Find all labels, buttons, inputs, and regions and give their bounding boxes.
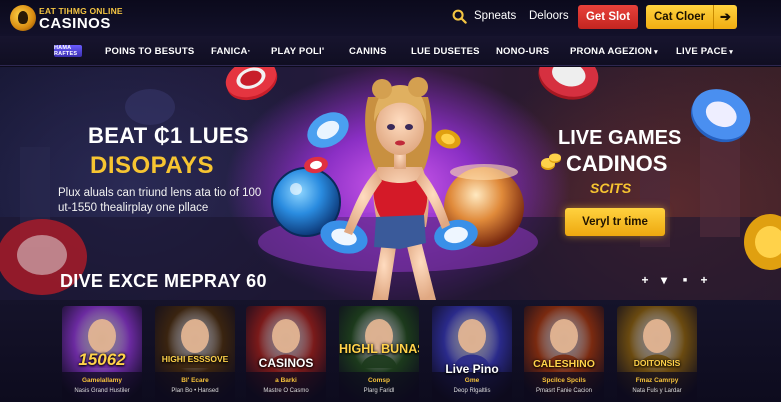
nav-item-prona-agezion[interactable]: PRONA AGEZION ▾ (570, 46, 658, 57)
add-icon[interactable]: + (639, 273, 651, 287)
logo-emblem-icon (10, 5, 36, 31)
nav-item-fanica[interactable]: FANICA· (211, 46, 251, 57)
game-tile-subtitle: Spcilce Spcils (542, 377, 586, 384)
game-tile-subtitle: Gamelallamy (81, 377, 123, 384)
game-tile[interactable]: DOITONSIS Fmaz Camrpy Nata Fuls y Lardar (617, 306, 697, 402)
game-tile-title: HIGHI ESSSOVE (161, 354, 229, 364)
game-tile-title: DOITONSIS (633, 358, 681, 368)
header-link-1[interactable]: Spneats (474, 10, 516, 22)
hero-cta-button[interactable]: Veryl tr time (565, 208, 665, 236)
game-tile-provider: Plarg Faridl (363, 388, 395, 394)
poker-chip-red-icon (225, 67, 278, 101)
game-tile-title: 15062 (78, 350, 126, 369)
cat-cloer-button-label: Cat Cloer (654, 11, 706, 23)
search-icon[interactable] (452, 9, 467, 24)
game-tile-subtitle: Bl' Ecare (181, 377, 209, 384)
coins-icon (541, 153, 561, 170)
game-tile-title: HIGHL BUNAS (339, 342, 419, 356)
nav-badge[interactable]: HAMA RAFTES (54, 45, 82, 57)
game-tile-provider: Nasis Grand Hustiler (74, 388, 130, 394)
nav-item-play-poli[interactable]: PLAY POLI' (271, 46, 324, 57)
hero-right-subheading: CADINOS (566, 151, 668, 176)
top-header: EAT TIHMG ONLINE CASINOS Spneats Deloors… (0, 0, 781, 36)
nav-item-live-pace[interactable]: LIVE PACE ▾ (676, 46, 733, 57)
header-link-2[interactable]: Deloors (529, 10, 569, 22)
game-tile-provider: Pmasrt Fanie Cacion (535, 388, 593, 394)
chevron-down-icon: ▾ (729, 49, 733, 56)
expand-icon[interactable]: + (698, 273, 710, 287)
hero-artwork (0, 67, 781, 300)
game-tile[interactable]: 15062 Gamelallamy Nasis Grand Hustiler (62, 306, 142, 402)
chevron-down-icon: ▾ (654, 49, 658, 56)
nav-item-nono-urs[interactable]: NONO-URS (496, 46, 549, 57)
nav-item-canins[interactable]: CANINS (349, 46, 387, 57)
game-tile-provider: Deop Rlgaltlis (453, 388, 491, 394)
hero-left-description: Plux aluals can triund lens ata tio of 1… (58, 187, 262, 214)
game-tile-title: CALESHINO (533, 358, 595, 370)
hero-left-heading: BEAT ₵1 LUES (88, 123, 249, 148)
filter-icon[interactable]: ▾ (658, 273, 670, 287)
game-tile[interactable]: HIGHL BUNAS Comsp Plarg Faridl (339, 306, 419, 402)
site-logo[interactable]: EAT TIHMG ONLINE CASINOS (10, 3, 150, 33)
nav-item-poins[interactable]: POINS TO BESUTS (105, 46, 194, 57)
arrow-right-icon: ➔ (713, 5, 737, 29)
game-tile-provider: Plan Bo • Hansed (171, 388, 219, 394)
game-tile-subtitle: a Barki (275, 377, 297, 384)
game-tile-provider: Nata Fuls y Lardar (632, 388, 682, 394)
main-nav: HAMA RAFTES POINS TO BESUTS FANICA· PLAY… (0, 36, 781, 66)
hero-banner: BEAT ₵1 LUES DISOPAYS Plux aluals can tr… (0, 67, 781, 300)
game-tile-provider: Mastre O Casmo (263, 388, 309, 394)
game-tile[interactable]: CALESHINO Spcilce Spcils Pmasrt Fanie Caci… (524, 306, 604, 402)
get-slot-button[interactable]: Get Slot (578, 5, 638, 29)
grid-icon[interactable]: ■ (679, 274, 691, 286)
hero-right-heading: LIVE GAMES (558, 127, 682, 149)
games-section-title: DIVE EXCE MEPRAY 60 (60, 271, 267, 291)
cat-cloer-button[interactable]: Cat Cloer ➔ (646, 5, 737, 29)
nav-item-lue-dusetes[interactable]: LUE DUSETES (411, 46, 480, 57)
game-tile-title: Live Pino (445, 362, 499, 376)
game-tile-subtitle: Gme (464, 377, 480, 384)
game-tile[interactable]: CASINOS a Barki Mastre O Casmo (246, 306, 326, 402)
hero-left-highlight: DISOPAYS (90, 152, 215, 179)
game-tile-title: CASINOS (258, 356, 314, 370)
hero-right-tagline: SCITS (590, 180, 632, 196)
game-tile[interactable]: HIGHI ESSSOVE Bl' Ecare Plan Bo • Hansed (155, 306, 235, 402)
game-tile-subtitle: Fmaz Camrpy (635, 377, 679, 384)
game-tile-subtitle: Comsp (367, 377, 391, 384)
game-tile[interactable]: Live Pino Gme Deop Rlgaltlis (432, 306, 512, 402)
logo-wordmark: CASINOS (39, 15, 111, 32)
